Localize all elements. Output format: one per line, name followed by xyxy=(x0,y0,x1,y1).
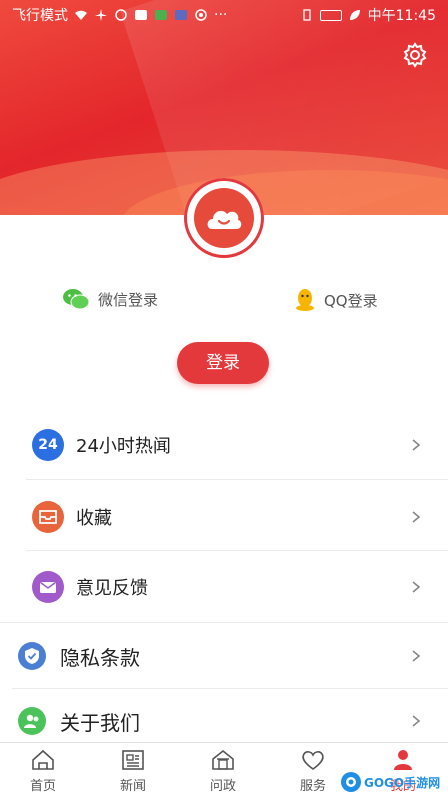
divider xyxy=(26,479,448,480)
24h-news-icon: 24 xyxy=(32,429,64,461)
menu-item-label: 意见反馈 xyxy=(76,578,148,599)
tab-inquiry[interactable]: 问政 xyxy=(188,749,258,794)
chevron-right-icon xyxy=(412,439,421,451)
menu-item-about[interactable]: 关于我们 xyxy=(0,697,448,745)
status-bar: 飞行模式 ··· 中午11:45 xyxy=(0,0,448,30)
menu-item-label: 隐私条款 xyxy=(60,645,140,670)
wechat-icon xyxy=(63,289,90,310)
envelope-glyph xyxy=(40,581,56,593)
app-notification-icon-2 xyxy=(155,10,167,20)
more-notifications-icon: ··· xyxy=(214,7,228,23)
menu-item-label: 收藏 xyxy=(76,508,112,529)
24h-news-icon-text: 24 xyxy=(38,437,58,453)
shield-check-glyph xyxy=(25,648,39,664)
people-glyph xyxy=(24,714,39,728)
leaf-icon xyxy=(349,10,360,20)
airplane-mode-label: 飞行模式 xyxy=(12,8,68,24)
airplane-icon xyxy=(95,9,107,21)
menu-item-favorites[interactable]: 收藏 xyxy=(0,494,448,540)
globe-icon xyxy=(115,9,127,21)
music-icon xyxy=(175,10,187,20)
wifi-icon xyxy=(75,10,87,20)
people-icon xyxy=(18,707,46,735)
home-icon xyxy=(32,749,54,770)
wechat-login-label: 微信登录 xyxy=(98,290,159,309)
tab-label: 新闻 xyxy=(119,779,146,794)
settings-gear-icon[interactable] xyxy=(402,42,428,68)
login-button[interactable]: 登录 xyxy=(177,342,269,384)
tab-service[interactable]: 服务 xyxy=(278,749,348,794)
divider xyxy=(26,550,448,551)
menu-item-24h-news[interactable]: 24 24小时热闻 xyxy=(0,422,448,468)
tab-label: 问政 xyxy=(209,779,236,794)
menu-item-feedback[interactable]: 意见反馈 xyxy=(0,564,448,610)
news-icon xyxy=(122,750,144,770)
tab-label: 服务 xyxy=(299,779,326,794)
vibrate-icon xyxy=(302,9,311,21)
chevron-right-icon xyxy=(412,650,421,662)
chevron-right-icon xyxy=(412,581,421,593)
qq-icon xyxy=(296,289,314,311)
tab-news[interactable]: 新闻 xyxy=(98,749,168,794)
avatar-cloud-icon xyxy=(194,188,254,248)
watermark-logo-icon xyxy=(341,772,361,792)
divider xyxy=(0,622,448,623)
app-notification-icon xyxy=(135,10,147,20)
tray-glyph xyxy=(39,510,57,524)
wechat-login[interactable]: 微信登录 xyxy=(62,288,158,310)
status-time: 中午11:45 xyxy=(367,8,436,24)
cloud-smile-icon xyxy=(207,210,242,229)
watermark: GOGO手游网 xyxy=(340,768,448,796)
heart-icon xyxy=(302,751,324,770)
menu-item-label: 24小时热闻 xyxy=(76,436,171,457)
avatar[interactable] xyxy=(184,178,264,258)
qq-login[interactable]: QQ登录 xyxy=(294,288,378,312)
mail-icon xyxy=(32,571,64,603)
battery-icon xyxy=(319,9,342,21)
inbox-icon xyxy=(32,501,64,533)
menu-item-label: 关于我们 xyxy=(60,710,140,735)
menu-item-privacy[interactable]: 隐私条款 xyxy=(0,632,448,680)
record-icon xyxy=(195,9,207,21)
tab-label: 首页 xyxy=(29,779,56,794)
building-icon xyxy=(212,749,234,770)
qq-login-label: QQ登录 xyxy=(324,291,378,310)
divider xyxy=(12,688,448,689)
tab-home[interactable]: 首页 xyxy=(8,749,78,794)
shield-icon xyxy=(18,642,46,670)
chevron-right-icon xyxy=(412,715,421,727)
watermark-text: GOGO手游网 xyxy=(364,775,441,790)
chevron-right-icon xyxy=(412,511,421,523)
